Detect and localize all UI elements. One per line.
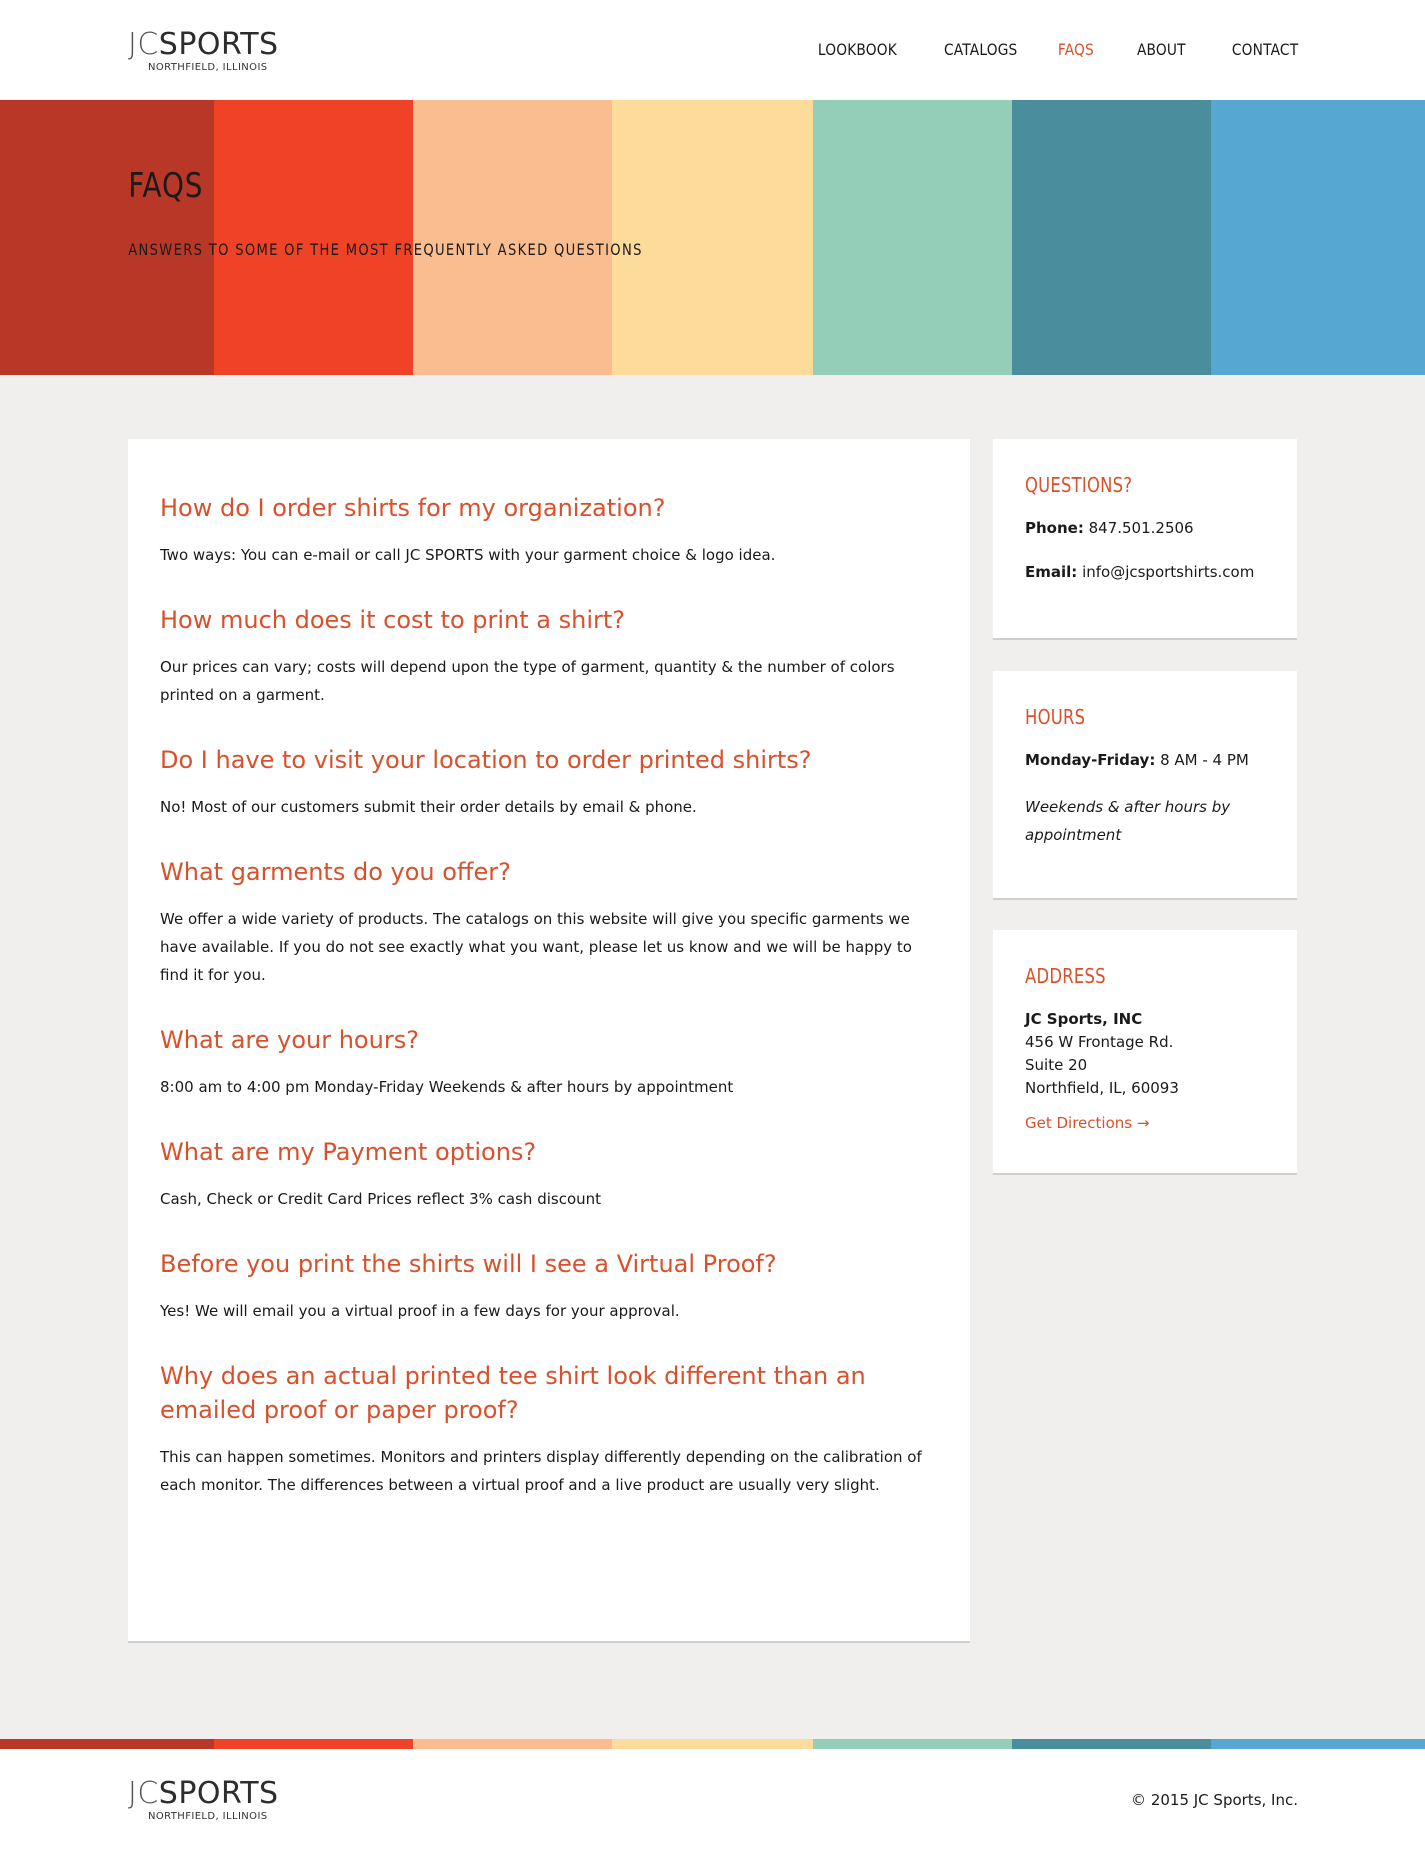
address-line: Suite 20 — [1025, 1056, 1088, 1074]
nav-contact[interactable]: CONTACT — [1232, 40, 1298, 59]
site-logo[interactable]: JCSPORTS NORTHFIELD, ILLINOIS — [128, 27, 320, 74]
footer-stripes — [0, 1739, 1425, 1749]
faq-question: What garments do you offer? — [160, 858, 511, 886]
weekday-label: Monday-Friday: — [1025, 751, 1156, 769]
address-company: JC Sports, INC — [1025, 1010, 1143, 1028]
site-footer: JCSPORTS NORTHFIELD, ILLINOIS © 2015 JC … — [0, 1749, 1425, 1850]
faq-question: Before you print the shirts will I see a… — [160, 1250, 777, 1278]
faq-item: What are your hours? 8:00 am to 4:00 pm … — [160, 1023, 938, 1101]
address-title: ADDRESS — [1025, 964, 1106, 988]
logo-wordmark: JCSPORTS — [128, 27, 279, 62]
faq-item: What garments do you offer? We offer a w… — [160, 855, 938, 989]
hero-stripe — [413, 100, 612, 375]
footer-stripe — [813, 1739, 1012, 1749]
questions-card: QUESTIONS? Phone: 847.501.2506 Email: in… — [993, 439, 1297, 640]
address-line: Northfield, IL, 60093 — [1025, 1079, 1179, 1097]
faq-question: How do I order shirts for my organizatio… — [160, 494, 666, 522]
page-subtitle: ANSWERS TO SOME OF THE MOST FREQUENTLY A… — [128, 240, 643, 259]
footer-logo[interactable]: JCSPORTS NORTHFIELD, ILLINOIS — [128, 1776, 320, 1823]
faq-question: What are my Payment options? — [160, 1138, 537, 1166]
faq-card: How do I order shirts for my organizatio… — [128, 439, 970, 1643]
email-label: Email: — [1025, 563, 1078, 581]
logo-location: NORTHFIELD, ILLINOIS — [148, 1811, 268, 1822]
faq-answer: No! Most of our customers submit their o… — [160, 798, 697, 816]
faq-answer: We offer a wide variety of products. The… — [160, 910, 912, 984]
faq-question: Why does an actual printed tee shirt loo… — [160, 1362, 866, 1424]
footer-stripe — [413, 1739, 612, 1749]
email-line: Email: info@jcsportshirts.com — [1025, 561, 1265, 583]
faq-question: How much does it cost to print a shirt? — [160, 606, 626, 634]
faq-answer: Yes! We will email you a virtual proof i… — [160, 1302, 680, 1320]
hero-stripe — [1012, 100, 1211, 375]
hours-card: HOURS Monday-Friday: 8 AM - 4 PM Weekend… — [993, 671, 1297, 900]
hero-stripe — [0, 100, 214, 375]
page-title: FAQS — [128, 166, 204, 206]
logo-location: NORTHFIELD, ILLINOIS — [148, 62, 268, 73]
weekday-time: 8 AM - 4 PM — [1160, 751, 1249, 769]
faq-answer: Two ways: You can e-mail or call JC SPOR… — [160, 546, 776, 564]
faq-answer: 8:00 am to 4:00 pm Monday-Friday Weekend… — [160, 1078, 734, 1096]
nav-about[interactable]: ABOUT — [1137, 40, 1186, 59]
footer-stripe — [214, 1739, 413, 1749]
faq-question: Do I have to visit your location to orde… — [160, 746, 812, 774]
main-nav: LOOKBOOK CATALOGS FAQS ABOUT CONTACT — [805, 40, 1298, 59]
nav-faqs[interactable]: FAQS — [1058, 40, 1094, 59]
hero-stripe — [813, 100, 1012, 375]
faq-item: What are my Payment options? Cash, Check… — [160, 1135, 938, 1213]
address-block: JC Sports, INC 456 W Frontage Rd. Suite … — [1025, 1008, 1265, 1100]
hero-banner: FAQS ANSWERS TO SOME OF THE MOST FREQUEN… — [0, 100, 1425, 375]
faq-item: Before you print the shirts will I see a… — [160, 1247, 938, 1325]
logo-wordmark: JCSPORTS — [128, 1776, 279, 1811]
faq-answer: Our prices can vary; costs will depend u… — [160, 658, 895, 704]
address-card: ADDRESS JC Sports, INC 456 W Frontage Rd… — [993, 930, 1297, 1175]
phone-label: Phone: — [1025, 519, 1084, 537]
faq-question: What are your hours? — [160, 1026, 419, 1054]
weekday-hours: Monday-Friday: 8 AM - 4 PM — [1025, 749, 1265, 771]
hero-stripe — [214, 100, 413, 375]
faq-answer: This can happen sometimes. Monitors and … — [160, 1448, 922, 1494]
address-line: 456 W Frontage Rd. — [1025, 1033, 1174, 1051]
footer-stripe — [1211, 1739, 1425, 1749]
weekend-note: Weekends & after hours by appointment — [1025, 798, 1231, 844]
site-header: JCSPORTS NORTHFIELD, ILLINOIS LOOKBOOK C… — [0, 0, 1425, 100]
hours-title: HOURS — [1025, 705, 1086, 729]
phone-line: Phone: 847.501.2506 — [1025, 517, 1265, 539]
hero-stripe — [1211, 100, 1425, 375]
hero-stripe — [612, 100, 813, 375]
footer-stripe — [612, 1739, 813, 1749]
nav-catalogs[interactable]: CATALOGS — [944, 40, 1017, 59]
faq-item: Do I have to visit your location to orde… — [160, 743, 938, 821]
faq-item: How do I order shirts for my organizatio… — [160, 491, 938, 569]
questions-title: QUESTIONS? — [1025, 473, 1133, 497]
faq-item: How much does it cost to print a shirt? … — [160, 603, 938, 709]
copyright: © 2015 JC Sports, Inc. — [1131, 1791, 1298, 1809]
email-address[interactable]: info@jcsportshirts.com — [1082, 563, 1254, 581]
phone-number[interactable]: 847.501.2506 — [1089, 519, 1194, 537]
nav-lookbook[interactable]: LOOKBOOK — [817, 40, 896, 59]
footer-stripe — [0, 1739, 214, 1749]
faq-answer: Cash, Check or Credit Card Prices reflec… — [160, 1190, 602, 1208]
get-directions-link[interactable]: Get Directions → — [1025, 1114, 1149, 1132]
faq-item: Why does an actual printed tee shirt loo… — [160, 1359, 938, 1499]
footer-stripe — [1012, 1739, 1211, 1749]
